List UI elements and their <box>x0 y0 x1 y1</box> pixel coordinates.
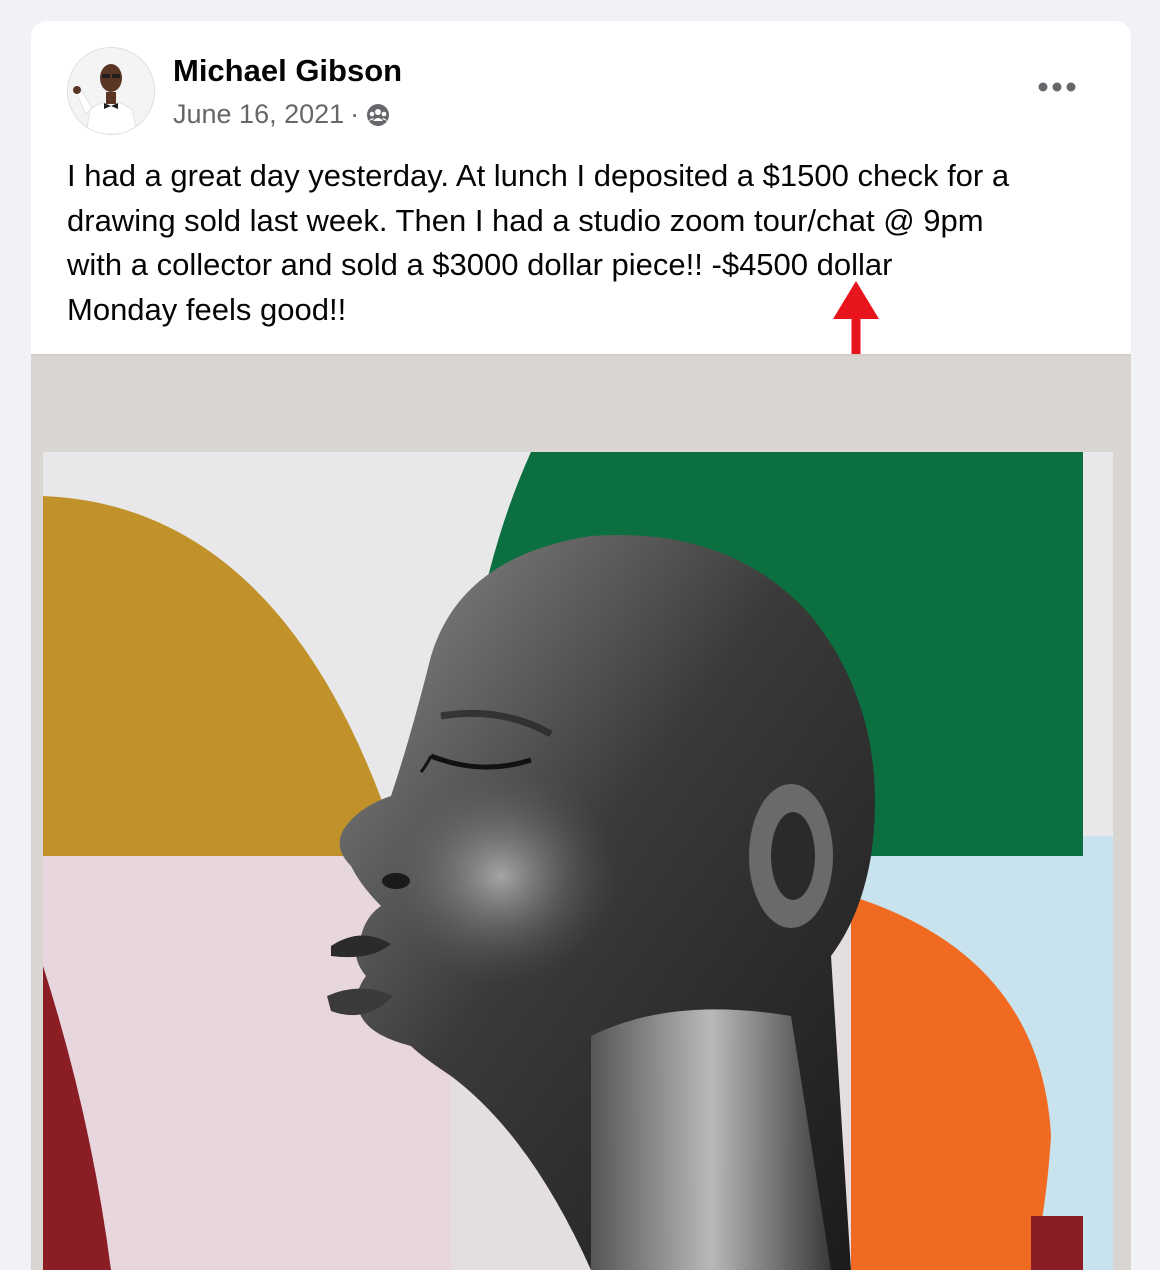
author-avatar[interactable] <box>67 47 155 135</box>
post-header: Michael Gibson June 16, 2021 · <box>31 21 1131 141</box>
post-body-line: I had a great day yesterday. At lunch I … <box>67 158 1010 193</box>
more-options-icon <box>1038 82 1076 92</box>
post-body-line: drawing sold last week. Then I had a stu… <box>67 202 984 238</box>
post-body-line: with a collector and sold a $3000 dollar… <box>67 247 893 282</box>
author-name[interactable]: Michael Gibson <box>173 53 402 89</box>
more-options-button[interactable] <box>1027 69 1087 105</box>
friends-icon[interactable] <box>365 102 391 128</box>
post-card: Michael Gibson June 16, 2021 · I had a g… <box>31 21 1131 1270</box>
post-body-line: Monday feels good!! <box>67 291 347 327</box>
painting-photo <box>31 356 1131 1270</box>
post-meta: June 16, 2021 · <box>173 99 391 130</box>
post-body: I had a great day yesterday. At lunch I … <box>67 154 1117 332</box>
avatar-photo <box>68 48 154 134</box>
meta-separator: · <box>350 99 360 129</box>
post-image[interactable] <box>31 356 1131 1270</box>
post-date[interactable]: June 16, 2021 <box>173 99 344 130</box>
